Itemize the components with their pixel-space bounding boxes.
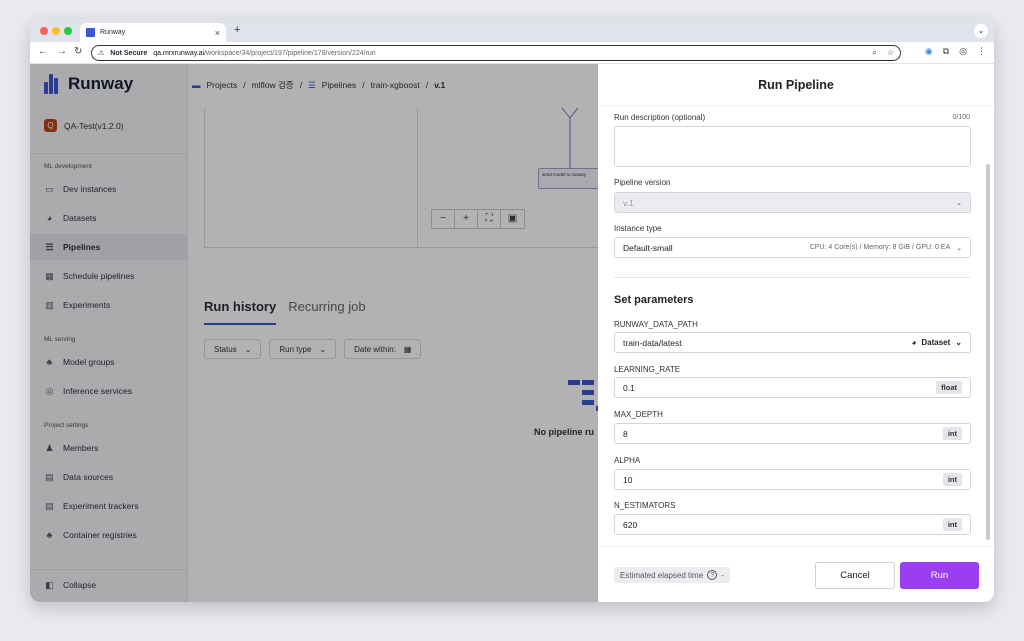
close-window-icon[interactable] — [40, 27, 48, 35]
section-divider — [614, 277, 971, 278]
address-bar: ← → ↻ ⚠ Not Secure qa.mrxrunway.ai /work… — [30, 42, 994, 64]
param-type-badge: int — [942, 518, 962, 531]
close-tab-icon[interactable]: × — [215, 28, 220, 38]
param-label: MAX_DEPTH — [614, 410, 663, 419]
url-host: qa.mrxrunway.ai — [153, 49, 205, 57]
extension-icon[interactable]: ◉ — [925, 46, 933, 57]
description-counter: 0/100 — [952, 114, 970, 121]
param-label: N_ESTIMATORS — [614, 501, 676, 510]
run-pipeline-drawer: Run Pipeline Run description (optional) … — [598, 64, 994, 602]
forward-icon[interactable]: → — [57, 46, 67, 57]
param-type-badge: float — [936, 381, 962, 394]
url-field[interactable]: ⚠ Not Secure qa.mrxrunway.ai /workspace/… — [91, 45, 901, 61]
bookmark-star-icon[interactable]: ☆ — [887, 48, 894, 58]
browser-window: Runway × + ⌄ ← → ↻ ⚠ Not Secure qa.mrxru… — [30, 20, 994, 602]
description-textarea[interactable] — [614, 126, 971, 167]
param-value: 8 — [623, 428, 628, 439]
maximize-window-icon[interactable] — [64, 27, 72, 35]
instance-type-label: Instance type — [614, 224, 662, 233]
estimated-time: Estimated elapsed time ? - — [614, 567, 730, 583]
param-label: LEARNING_RATE — [614, 365, 681, 374]
instance-type-value: Default-small — [623, 242, 673, 253]
help-icon[interactable]: ? — [707, 570, 718, 580]
instance-type-select[interactable]: Default-small CPU: 4 Core(s) / Memory: 8… — [614, 237, 971, 258]
param-type: Dataset — [921, 338, 951, 347]
zoom-icon[interactable]: ⌕ — [872, 48, 876, 58]
tab-title: Runway — [100, 29, 126, 36]
set-parameters-title: Set parameters — [614, 294, 694, 306]
minimize-window-icon[interactable] — [52, 27, 60, 35]
param-value: 0.1 — [623, 382, 635, 393]
menu-kebab-icon[interactable]: ⋮ — [977, 46, 986, 57]
param-input-learning-rate[interactable]: 0.1 float — [614, 377, 971, 398]
param-type-select[interactable]: ◕ Dataset ⌄ — [912, 338, 962, 347]
param-label: ALPHA — [614, 456, 641, 465]
estimated-time-value: - — [721, 570, 724, 580]
param-input-n-estimators[interactable]: 620 int — [614, 514, 971, 535]
tab-strip: Runway × + ⌄ — [30, 20, 994, 42]
param-type-badge: int — [942, 427, 962, 440]
cancel-button[interactable]: Cancel — [815, 562, 895, 589]
run-button[interactable]: Run — [900, 562, 979, 589]
extensions-puzzle-icon[interactable]: ⧉ — [943, 46, 949, 57]
drawer-body: Run description (optional) 0/100 Pipelin… — [598, 106, 994, 546]
pipeline-version-select: v.1 ⌄ — [614, 192, 971, 213]
back-icon[interactable]: ← — [38, 46, 48, 57]
param-type-badge: int — [942, 473, 962, 486]
runway-favicon-icon — [86, 28, 95, 37]
database-icon: ◕ — [911, 338, 917, 347]
param-input-runway-data-path[interactable]: train-data/latest ◕ Dataset ⌄ — [614, 332, 971, 353]
warning-icon: ⚠ — [98, 50, 105, 57]
profile-icon[interactable]: ◎ — [959, 46, 967, 57]
estimated-time-label: Estimated elapsed time — [620, 570, 704, 580]
param-value: train-data/latest — [623, 337, 682, 348]
chevron-down-icon: ⌄ — [955, 338, 962, 347]
param-label: RUNWAY_DATA_PATH — [614, 320, 698, 329]
instance-spec: CPU: 4 Core(s) / Memory: 8 GiB / GPU: 0 … — [809, 244, 951, 251]
param-input-alpha[interactable]: 10 int — [614, 469, 971, 490]
param-value: 10 — [623, 474, 633, 485]
chevron-down-icon: ⌄ — [956, 199, 962, 207]
tab-search-chevron-icon[interactable]: ⌄ — [974, 24, 988, 38]
drawer-scrollbar[interactable] — [986, 164, 990, 540]
app-root: Runway Q QA-Test(v1.2.0) ML development … — [30, 64, 994, 602]
url-path: /workspace/34/project/197/pipeline/178/v… — [204, 49, 376, 57]
pipeline-version-value: v.1 — [623, 197, 634, 208]
description-label: Run description (optional) — [614, 113, 706, 122]
param-input-max-depth[interactable]: 8 int — [614, 423, 971, 444]
reload-icon[interactable]: ↻ — [74, 46, 82, 57]
browser-tab[interactable]: Runway × — [80, 23, 226, 42]
drawer-footer: Estimated elapsed time ? - Cancel Run — [598, 546, 994, 602]
new-tab-button[interactable]: + — [234, 24, 240, 36]
param-value: 620 — [623, 519, 638, 530]
modal-overlay[interactable] — [30, 64, 598, 602]
not-secure-label: Not Secure — [110, 49, 148, 57]
chevron-down-icon: ⌄ — [956, 244, 962, 252]
pipeline-version-label: Pipeline version — [614, 178, 671, 187]
drawer-title: Run Pipeline — [598, 64, 994, 106]
